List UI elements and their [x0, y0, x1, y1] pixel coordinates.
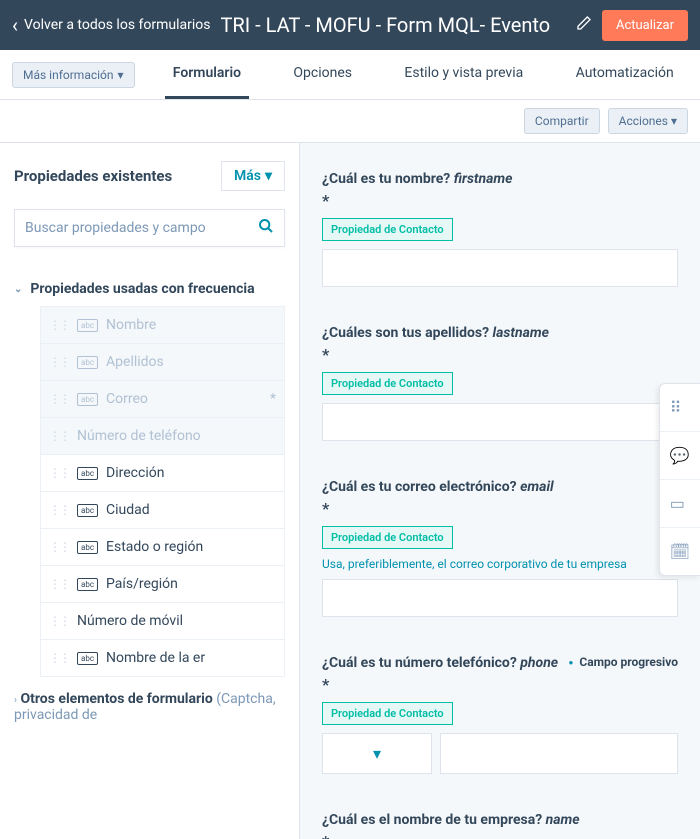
property-item[interactable]: ⋮⋮ abc País/región — [40, 565, 285, 603]
property-label: Número de móvil — [77, 613, 183, 629]
property-label: País/región — [106, 576, 178, 592]
field-type-icon: abc — [77, 319, 98, 332]
required-star: * — [322, 499, 678, 518]
field-type-icon: abc — [77, 541, 98, 554]
required-star: * — [322, 191, 678, 210]
required-star: * — [322, 345, 678, 364]
property-item[interactable]: ⋮⋮ Número de móvil — [40, 602, 285, 640]
chevron-down-icon: ⌄ — [14, 284, 22, 295]
back-to-forms-link[interactable]: Volver a todos los formularios — [12, 13, 211, 37]
property-label: Ciudad — [106, 502, 150, 518]
field-type-icon: abc — [77, 504, 98, 517]
country-code-select[interactable]: ▾ — [322, 733, 432, 774]
field-label: ¿Cuál es tu nombre? firstname — [322, 171, 678, 187]
search-input-container[interactable] — [14, 209, 285, 247]
sidebar-title: Propiedades existentes — [14, 167, 172, 185]
other-elements-header[interactable]: › Otros elementos de formulario (Captcha… — [14, 677, 285, 723]
property-item[interactable]: ⋮⋮ abc Dirección — [40, 454, 285, 492]
field-label: ¿Cuál es tu correo electrónico? email — [322, 479, 678, 495]
progressive-indicator: Campo progresivo — [569, 655, 678, 669]
property-label: Correo — [106, 391, 148, 407]
back-label: Volver a todos los formularios — [24, 17, 210, 33]
property-label: Estado o región — [106, 539, 203, 555]
dock-calendar-icon[interactable]: 🗓 — [660, 528, 700, 575]
property-type-badge: Propiedad de Contacto — [322, 526, 453, 549]
drag-handle-icon: ⋮⋮ — [49, 318, 69, 332]
field-help-text: Usa, preferiblemente, el correo corporat… — [322, 557, 678, 571]
drag-handle-icon: ⋮⋮ — [49, 429, 69, 443]
field-type-icon: abc — [77, 467, 98, 480]
more-info-dropdown[interactable]: Más información ▾ — [12, 62, 135, 88]
drag-handle-icon: ⋮⋮ — [49, 577, 69, 591]
required-star: * — [322, 832, 678, 839]
drag-handle-icon: ⋮⋮ — [49, 614, 69, 628]
field-input[interactable] — [322, 403, 678, 441]
dock-grid-icon[interactable]: ⠿ — [660, 384, 700, 432]
tab-estilo[interactable]: Estilo y vista previa — [396, 50, 531, 99]
other-elements-title: Otros elementos de formulario — [21, 691, 213, 707]
share-button[interactable]: Compartir — [524, 108, 600, 134]
frequent-props-header[interactable]: ⌄ Propiedades usadas con frecuencia — [14, 271, 285, 307]
drag-handle-icon: ⋮⋮ — [49, 540, 69, 554]
field-type-icon: abc — [77, 578, 98, 591]
chevron-down-icon: ▾ — [265, 168, 272, 184]
chevron-down-icon: ▾ — [373, 744, 381, 763]
property-item[interactable]: ⋮⋮ abc Ciudad — [40, 491, 285, 529]
more-info-label: Más información — [23, 68, 114, 82]
dock-chat-icon[interactable]: 💬 — [660, 432, 700, 480]
form-field-block[interactable]: ¿Cuál es tu correo electrónico? email * Pr… — [322, 479, 678, 617]
field-input[interactable] — [440, 733, 678, 774]
property-type-badge: Propiedad de Contacto — [322, 218, 453, 241]
field-type-icon: abc — [77, 356, 98, 369]
form-title: TRI - LAT - MOFU - Form MQL- Evento — [221, 13, 566, 37]
chevron-right-icon: › — [14, 695, 17, 706]
property-item: ⋮⋮ abc Nombre — [40, 306, 285, 344]
field-label: ¿Cuáles son tus apellidos? lastname — [322, 325, 678, 341]
tab-automatizacion[interactable]: Automatización — [568, 50, 682, 99]
chevron-down-icon: ▾ — [118, 68, 124, 82]
property-label: Apellidos — [106, 354, 164, 370]
dock-form-icon[interactable]: ▭ — [660, 480, 700, 528]
actions-label: Acciones — [619, 114, 668, 128]
required-star: * — [270, 391, 276, 407]
field-type-icon: abc — [77, 393, 98, 406]
property-item: ⋮⋮ Número de teléfono — [40, 417, 285, 455]
required-star: * — [322, 675, 678, 694]
property-item: ⋮⋮ abc Correo * — [40, 380, 285, 418]
drag-handle-icon: ⋮⋮ — [49, 392, 69, 406]
mas-dropdown[interactable]: Más ▾ — [221, 161, 285, 191]
drag-handle-icon: ⋮⋮ — [49, 355, 69, 369]
form-field-block[interactable]: ¿Cuál es el nombre de tu empresa? name*P… — [322, 812, 678, 839]
property-label: Nombre — [106, 317, 156, 333]
update-button[interactable]: Actualizar — [602, 10, 688, 41]
property-type-badge: Propiedad de Contacto — [322, 702, 453, 725]
property-item[interactable]: ⋮⋮ abc Estado o región — [40, 528, 285, 566]
chevron-down-icon: ▾ — [671, 114, 677, 128]
mas-label: Más — [234, 168, 261, 184]
tab-opciones[interactable]: Opciones — [285, 50, 360, 99]
tab-formulario[interactable]: Formulario — [165, 50, 249, 99]
field-input[interactable] — [322, 579, 678, 617]
field-type-icon: abc — [77, 652, 98, 665]
actions-dropdown[interactable]: Acciones ▾ — [608, 108, 688, 134]
property-label: Dirección — [106, 465, 164, 481]
form-field-block[interactable]: ¿Cuál es tu nombre? firstname * Propiedad … — [322, 171, 678, 287]
property-type-badge: Propiedad de Contacto — [322, 372, 453, 395]
field-input[interactable] — [322, 249, 678, 287]
form-field-block[interactable]: ¿Cuáles son tus apellidos? lastname * Prop… — [322, 325, 678, 441]
property-label: Número de teléfono — [77, 428, 201, 444]
property-label: Nombre de la er — [106, 650, 205, 666]
drag-handle-icon: ⋮⋮ — [49, 503, 69, 517]
property-item: ⋮⋮ abc Apellidos — [40, 343, 285, 381]
search-icon[interactable] — [258, 218, 274, 238]
search-input[interactable] — [25, 220, 258, 236]
field-label: ¿Cuál es el nombre de tu empresa? name — [322, 812, 678, 828]
property-item[interactable]: ⋮⋮ abc Nombre de la er — [40, 639, 285, 677]
pencil-icon[interactable] — [576, 15, 592, 35]
drag-handle-icon: ⋮⋮ — [49, 466, 69, 480]
form-field-block[interactable]: ¿Cuál es tu número telefónico? phoneCamp… — [322, 655, 678, 774]
drag-handle-icon: ⋮⋮ — [49, 651, 69, 665]
frequent-props-title: Propiedades usadas con frecuencia — [30, 281, 254, 297]
field-label: ¿Cuál es tu número telefónico? phoneCamp… — [322, 655, 678, 671]
